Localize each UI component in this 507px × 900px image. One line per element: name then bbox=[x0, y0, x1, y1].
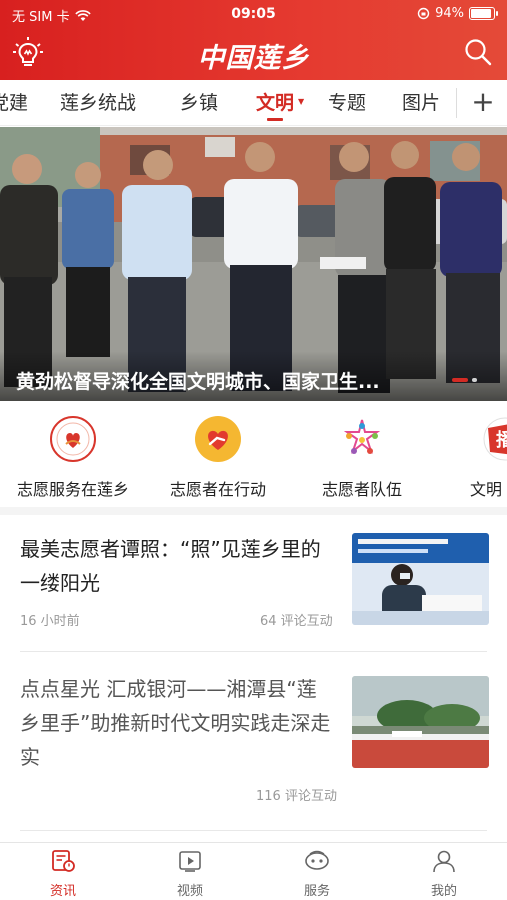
quick-channels: 志愿服务在莲乡 志愿者在行动 志愿者队伍 播 文明 bbox=[0, 402, 507, 507]
nav-label: 视频 bbox=[176, 884, 203, 899]
category-tabs: 党建 莲乡统战 乡镇 文明 ▼ 专题 图片 + bbox=[0, 80, 507, 126]
news-comment-count[interactable]: 116 评论互动 bbox=[256, 785, 337, 804]
channel-volunteer-service[interactable]: 志愿服务在莲乡 bbox=[3, 414, 143, 500]
profile-icon bbox=[433, 850, 455, 873]
nav-profile[interactable]: 我的 bbox=[404, 849, 484, 899]
nav-label: 资讯 bbox=[49, 884, 76, 899]
status-bar: 无 SIM 卡 09:05 94% bbox=[0, 0, 507, 28]
news-comment-count[interactable]: 64 评论互动 bbox=[260, 610, 333, 629]
active-tab-indicator bbox=[267, 118, 283, 121]
team-star-icon bbox=[343, 419, 381, 454]
carousel-indicator bbox=[452, 378, 477, 382]
tab-civilization[interactable]: 文明 bbox=[256, 88, 294, 115]
status-right: 94% bbox=[417, 6, 498, 21]
tab-divider bbox=[456, 88, 457, 118]
news-thumbnail bbox=[352, 676, 489, 768]
news-thumbnail bbox=[352, 533, 489, 625]
news-title[interactable]: 点点星光 汇成银河——湘潭县“莲乡里手”助推新时代文明实践走深走实 bbox=[20, 672, 336, 774]
nav-label: 我的 bbox=[430, 884, 457, 899]
service-icon bbox=[305, 850, 329, 870]
channel-label: 文明 bbox=[470, 480, 503, 499]
tab-pictures[interactable]: 图片 bbox=[402, 88, 440, 115]
carousel-dot-active bbox=[452, 378, 468, 382]
nav-video[interactable]: 视频 bbox=[150, 849, 230, 899]
channel-label: 志愿服务在莲乡 bbox=[16, 480, 129, 499]
hero-banner[interactable]: 黄劲松督导深化全国文明城市、国家卫生... bbox=[0, 127, 507, 401]
bottom-navigation: 资讯 视频 服务 我的 bbox=[0, 842, 507, 900]
nav-label: 服务 bbox=[303, 884, 330, 899]
orientation-lock-icon bbox=[417, 7, 430, 20]
tab-special-topics[interactable]: 专题 bbox=[328, 88, 366, 115]
nav-service[interactable]: 服务 bbox=[277, 849, 357, 899]
channel-volunteer-teams[interactable]: 志愿者队伍 bbox=[292, 414, 432, 500]
channel-label: 志愿者在行动 bbox=[169, 480, 266, 499]
title-bar: 中国莲乡 bbox=[0, 28, 507, 80]
tab-towns[interactable]: 乡镇 bbox=[180, 88, 218, 115]
app-logo-title: 中国莲乡 bbox=[197, 43, 310, 74]
news-separator bbox=[20, 830, 487, 831]
battery-fill bbox=[471, 9, 491, 18]
news-item[interactable]: 点点星光 汇成银河——湘潭县“莲乡里手”助推新时代文明实践走深走实 116 评论… bbox=[0, 652, 507, 830]
battery-percent: 94% bbox=[435, 6, 464, 21]
channel-civilization[interactable]: 播 文明 bbox=[436, 414, 507, 500]
broadcast-icon: 播 bbox=[483, 417, 507, 461]
section-divider bbox=[0, 507, 507, 515]
chevron-down-icon: ▼ bbox=[298, 97, 305, 106]
channel-label: 志愿者队伍 bbox=[321, 480, 402, 499]
hero-title[interactable]: 黄劲松督导深化全国文明城市、国家卫生... bbox=[16, 367, 446, 394]
battery-icon bbox=[469, 7, 498, 20]
add-tab-button[interactable]: + bbox=[470, 84, 496, 120]
video-icon bbox=[179, 851, 201, 872]
volunteer-service-logo-icon bbox=[50, 416, 96, 462]
news-title[interactable]: 最美志愿者谭照：“照”见莲乡里的一缕阳光 bbox=[20, 532, 336, 600]
app-header: 无 SIM 卡 09:05 94% 中国莲乡 bbox=[0, 0, 507, 80]
news-item[interactable]: 最美志愿者谭照：“照”见莲乡里的一缕阳光 16 小时前 64 评论互动 bbox=[0, 515, 507, 651]
tab-united-front[interactable]: 莲乡统战 bbox=[60, 88, 136, 115]
heart-hand-icon bbox=[195, 416, 241, 462]
carousel-dot bbox=[472, 378, 477, 382]
search-icon[interactable] bbox=[463, 37, 493, 67]
app-screen: 无 SIM 卡 09:05 94% 中国莲乡 建 莲乡统战 乡镇 文明 ▼ 专题… bbox=[0, 0, 507, 900]
channel-volunteers-in-action[interactable]: 志愿者在行动 bbox=[148, 414, 288, 500]
nav-news[interactable]: 资讯 bbox=[23, 849, 103, 899]
news-time: 16 小时前 bbox=[20, 614, 80, 629]
news-icon bbox=[52, 850, 75, 872]
svg-text:播: 播 bbox=[496, 429, 507, 451]
tab-party-building[interactable]: 党建 bbox=[0, 88, 28, 115]
